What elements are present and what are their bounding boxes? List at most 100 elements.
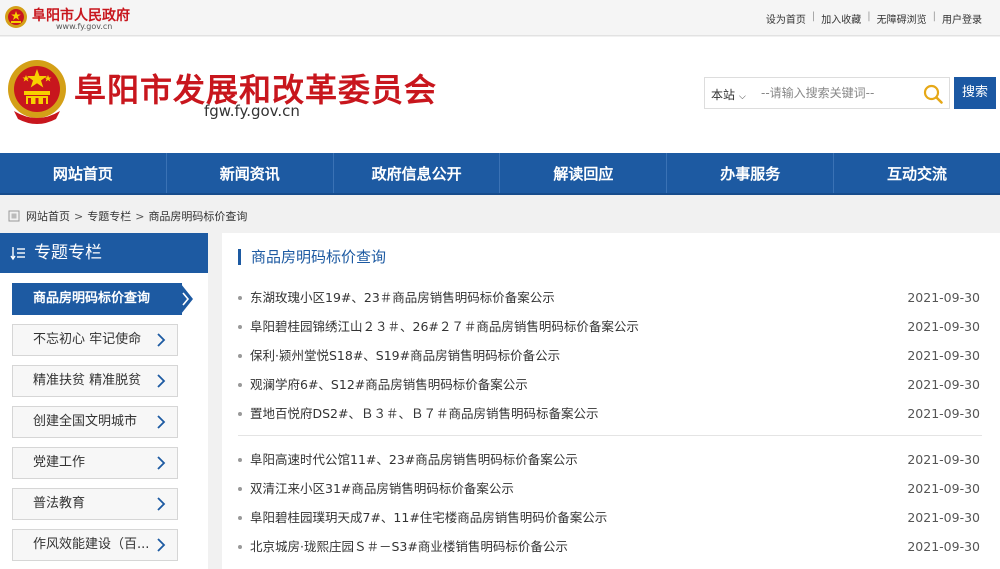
sidebar-item-party-building[interactable]: 党建工作	[12, 447, 178, 479]
active-arrow-icon	[181, 284, 193, 314]
sidebar-item-label: 创建全国文明城市	[33, 414, 138, 429]
sidebar-item-civilized-city[interactable]: 创建全国文明城市	[12, 406, 178, 438]
search-input[interactable]	[761, 82, 911, 104]
bullet-dot	[238, 516, 242, 520]
nav-item-home[interactable]: 网站首页	[0, 153, 167, 193]
main-content: 商品房明码标价查询 东湖玫瑰小区19#、23＃商品房销售明码标价备案公示 202…	[222, 233, 1000, 569]
list-divider	[238, 435, 982, 436]
list-item[interactable]: 保利·颍州堂悦S18#、S19#商品房销售明码标价备公示 2021-09-30	[238, 341, 982, 370]
article-date: 2021-09-30	[907, 510, 980, 525]
bullet-dot	[238, 458, 242, 462]
breadcrumb-home[interactable]: 网站首页	[26, 208, 70, 224]
article-date: 2021-09-30	[907, 348, 980, 363]
bullet-dot	[238, 545, 242, 549]
list-item[interactable]: 观澜学府6#、S12#商品房销售明码标价备案公示 2021-09-30	[238, 370, 982, 399]
article-date: 2021-09-30	[907, 377, 980, 392]
list-item[interactable]: 阜阳高速时代公馆11#、23#商品房销售明码标价备案公示 2021-09-30	[238, 445, 982, 474]
bullet-dot	[238, 325, 242, 329]
article-date: 2021-09-30	[907, 319, 980, 334]
site-url: fgw.fy.gov.cn	[204, 102, 300, 120]
sidebar-item-label: 精准扶贫 精准脱贫	[33, 373, 142, 388]
article-title[interactable]: 东湖玫瑰小区19#、23＃商品房销售明码标价备案公示	[250, 283, 555, 312]
bullet-dot	[238, 412, 242, 416]
article-title[interactable]: 双清江来小区31#商品房销售明码标价备案公示	[250, 474, 514, 503]
sort-list-icon	[10, 247, 25, 261]
sidebar-item-label: 作风效能建设（百...	[33, 537, 150, 552]
search-scope-label: 本站	[711, 88, 736, 102]
sidebar: 专题专栏 商品房明码标价查询 不忘初心 牢记使命 精准扶贫 精准脱贫 创建全国文…	[0, 233, 208, 569]
sidebar-item-original-aspiration[interactable]: 不忘初心 牢记使命	[12, 324, 178, 356]
breadcrumb-current[interactable]: 商品房明码标价查询	[148, 208, 247, 224]
article-list-group-2: 阜阳高速时代公馆11#、23#商品房销售明码标价备案公示 2021-09-30 …	[238, 445, 982, 561]
chevron-right-icon	[157, 415, 166, 429]
article-title[interactable]: 阜阳碧桂园璞玥天成7#、11#住宅楼商品房销售明码价备案公示	[250, 503, 607, 532]
article-list-group-1: 东湖玫瑰小区19#、23＃商品房销售明码标价备案公示 2021-09-30 阜阳…	[238, 283, 982, 428]
chevron-right-icon	[157, 333, 166, 347]
chevron-right-icon	[157, 374, 166, 388]
list-item[interactable]: 阜阳碧桂园璞玥天成7#、11#住宅楼商品房销售明码价备案公示 2021-09-3…	[238, 503, 982, 532]
bullet-dot	[238, 296, 242, 300]
bullet-dot	[238, 487, 242, 491]
sidebar-item-efficiency-building[interactable]: 作风效能建设（百...	[12, 529, 178, 561]
sidebar-header: 专题专栏	[0, 233, 208, 273]
article-date: 2021-09-30	[907, 290, 980, 305]
home-icon	[8, 210, 20, 222]
set-homepage-link[interactable]: 设为首页	[760, 11, 812, 26]
list-item[interactable]: 东湖玫瑰小区19#、23＃商品房销售明码标价备案公示 2021-09-30	[238, 283, 982, 312]
search-icon[interactable]	[923, 84, 943, 104]
nav-item-services[interactable]: 办事服务	[667, 153, 835, 193]
article-title[interactable]: 阜阳高速时代公馆11#、23#商品房销售明码标价备案公示	[250, 445, 578, 474]
article-date: 2021-09-30	[907, 452, 980, 467]
sidebar-item-housing-price[interactable]: 商品房明码标价查询	[12, 283, 193, 315]
sidebar-title: 专题专栏	[34, 243, 102, 263]
user-login-link[interactable]: 用户登录	[936, 11, 988, 26]
sidebar-list: 商品房明码标价查询 不忘初心 牢记使命 精准扶贫 精准脱贫 创建全国文明城市 党…	[0, 273, 208, 561]
section-title: 商品房明码标价查询	[238, 249, 386, 265]
chevron-right-icon	[157, 497, 166, 511]
article-title[interactable]: 置地百悦府DS2#、Ｂ３＃、Ｂ７＃商品房销售明码标备案公示	[250, 399, 599, 428]
article-date: 2021-09-30	[907, 406, 980, 421]
search-button[interactable]: 搜索	[954, 77, 996, 109]
list-item[interactable]: 双清江来小区31#商品房销售明码标价备案公示 2021-09-30	[238, 474, 982, 503]
top-bar: 阜阳市人民政府 www.fy.gov.cn 设为首页 | 加入收藏 | 无障碍浏…	[0, 0, 1000, 36]
site-header: 阜阳市发展和改革委员会 fgw.fy.gov.cn 本站⌵ 搜索	[0, 37, 1000, 153]
add-favorite-link[interactable]: 加入收藏	[815, 11, 867, 26]
breadcrumb-topics[interactable]: 专题专栏	[87, 208, 131, 224]
main-nav: 网站首页 新闻资讯 政府信息公开 解读回应 办事服务 互动交流	[0, 153, 1000, 195]
search-bar: 本站⌵ 搜索	[704, 77, 996, 109]
bullet-dot	[238, 354, 242, 358]
nav-item-interpretation[interactable]: 解读回应	[500, 153, 668, 193]
sidebar-item-label: 普法教育	[33, 496, 86, 511]
article-date: 2021-09-30	[907, 481, 980, 496]
nav-item-interaction[interactable]: 互动交流	[834, 153, 1000, 193]
bullet-dot	[238, 383, 242, 387]
article-title[interactable]: 保利·颍州堂悦S18#、S19#商品房销售明码标价备公示	[250, 341, 560, 370]
sidebar-item-law-education[interactable]: 普法教育	[12, 488, 178, 520]
article-date: 2021-09-30	[907, 539, 980, 554]
national-emblem-icon	[5, 6, 27, 28]
chevron-right-icon	[157, 456, 166, 470]
list-item[interactable]: 阜阳碧桂园锦绣江山２３＃、26#２７＃商品房销售明码标价备案公示 2021-09…	[238, 312, 982, 341]
breadcrumb-separator: >	[74, 209, 84, 223]
breadcrumb: 网站首页 > 专题专栏 > 商品房明码标价查询	[8, 208, 247, 224]
nav-item-gov-info[interactable]: 政府信息公开	[334, 153, 501, 193]
list-item[interactable]: 置地百悦府DS2#、Ｂ３＃、Ｂ７＃商品房销售明码标备案公示 2021-09-30	[238, 399, 982, 428]
top-links: 设为首页 | 加入收藏 | 无障碍浏览 | 用户登录	[760, 11, 988, 26]
article-title[interactable]: 观澜学府6#、S12#商品房销售明码标价备案公示	[250, 370, 528, 399]
search-box: 本站 ⌵	[704, 77, 950, 109]
article-title[interactable]: 阜阳碧桂园锦绣江山２３＃、26#２７＃商品房销售明码标价备案公示	[250, 312, 639, 341]
sidebar-item-label: 党建工作	[33, 455, 86, 470]
gov-portal-url: www.fy.gov.cn	[56, 22, 113, 31]
chevron-down-icon: ⌵	[739, 92, 746, 102]
list-item[interactable]: 北京城房·珑熙庄园Ｓ＃－S3#商业楼销售明码标价备公示 2021-09-30	[238, 532, 982, 561]
article-title[interactable]: 北京城房·珑熙庄园Ｓ＃－S3#商业楼销售明码标价备公示	[250, 532, 568, 561]
accessibility-link[interactable]: 无障碍浏览	[871, 11, 933, 26]
nav-item-news[interactable]: 新闻资讯	[167, 153, 334, 193]
search-scope-select[interactable]: 本站 ⌵	[711, 86, 746, 103]
breadcrumb-separator: >	[135, 209, 145, 223]
chevron-right-icon	[157, 538, 166, 552]
sidebar-item-poverty-alleviation[interactable]: 精准扶贫 精准脱贫	[12, 365, 178, 397]
sidebar-item-label: 不忘初心 牢记使命	[33, 332, 142, 347]
national-emblem-logo-icon[interactable]	[6, 59, 68, 125]
sidebar-item-label: 商品房明码标价查询	[33, 291, 151, 306]
